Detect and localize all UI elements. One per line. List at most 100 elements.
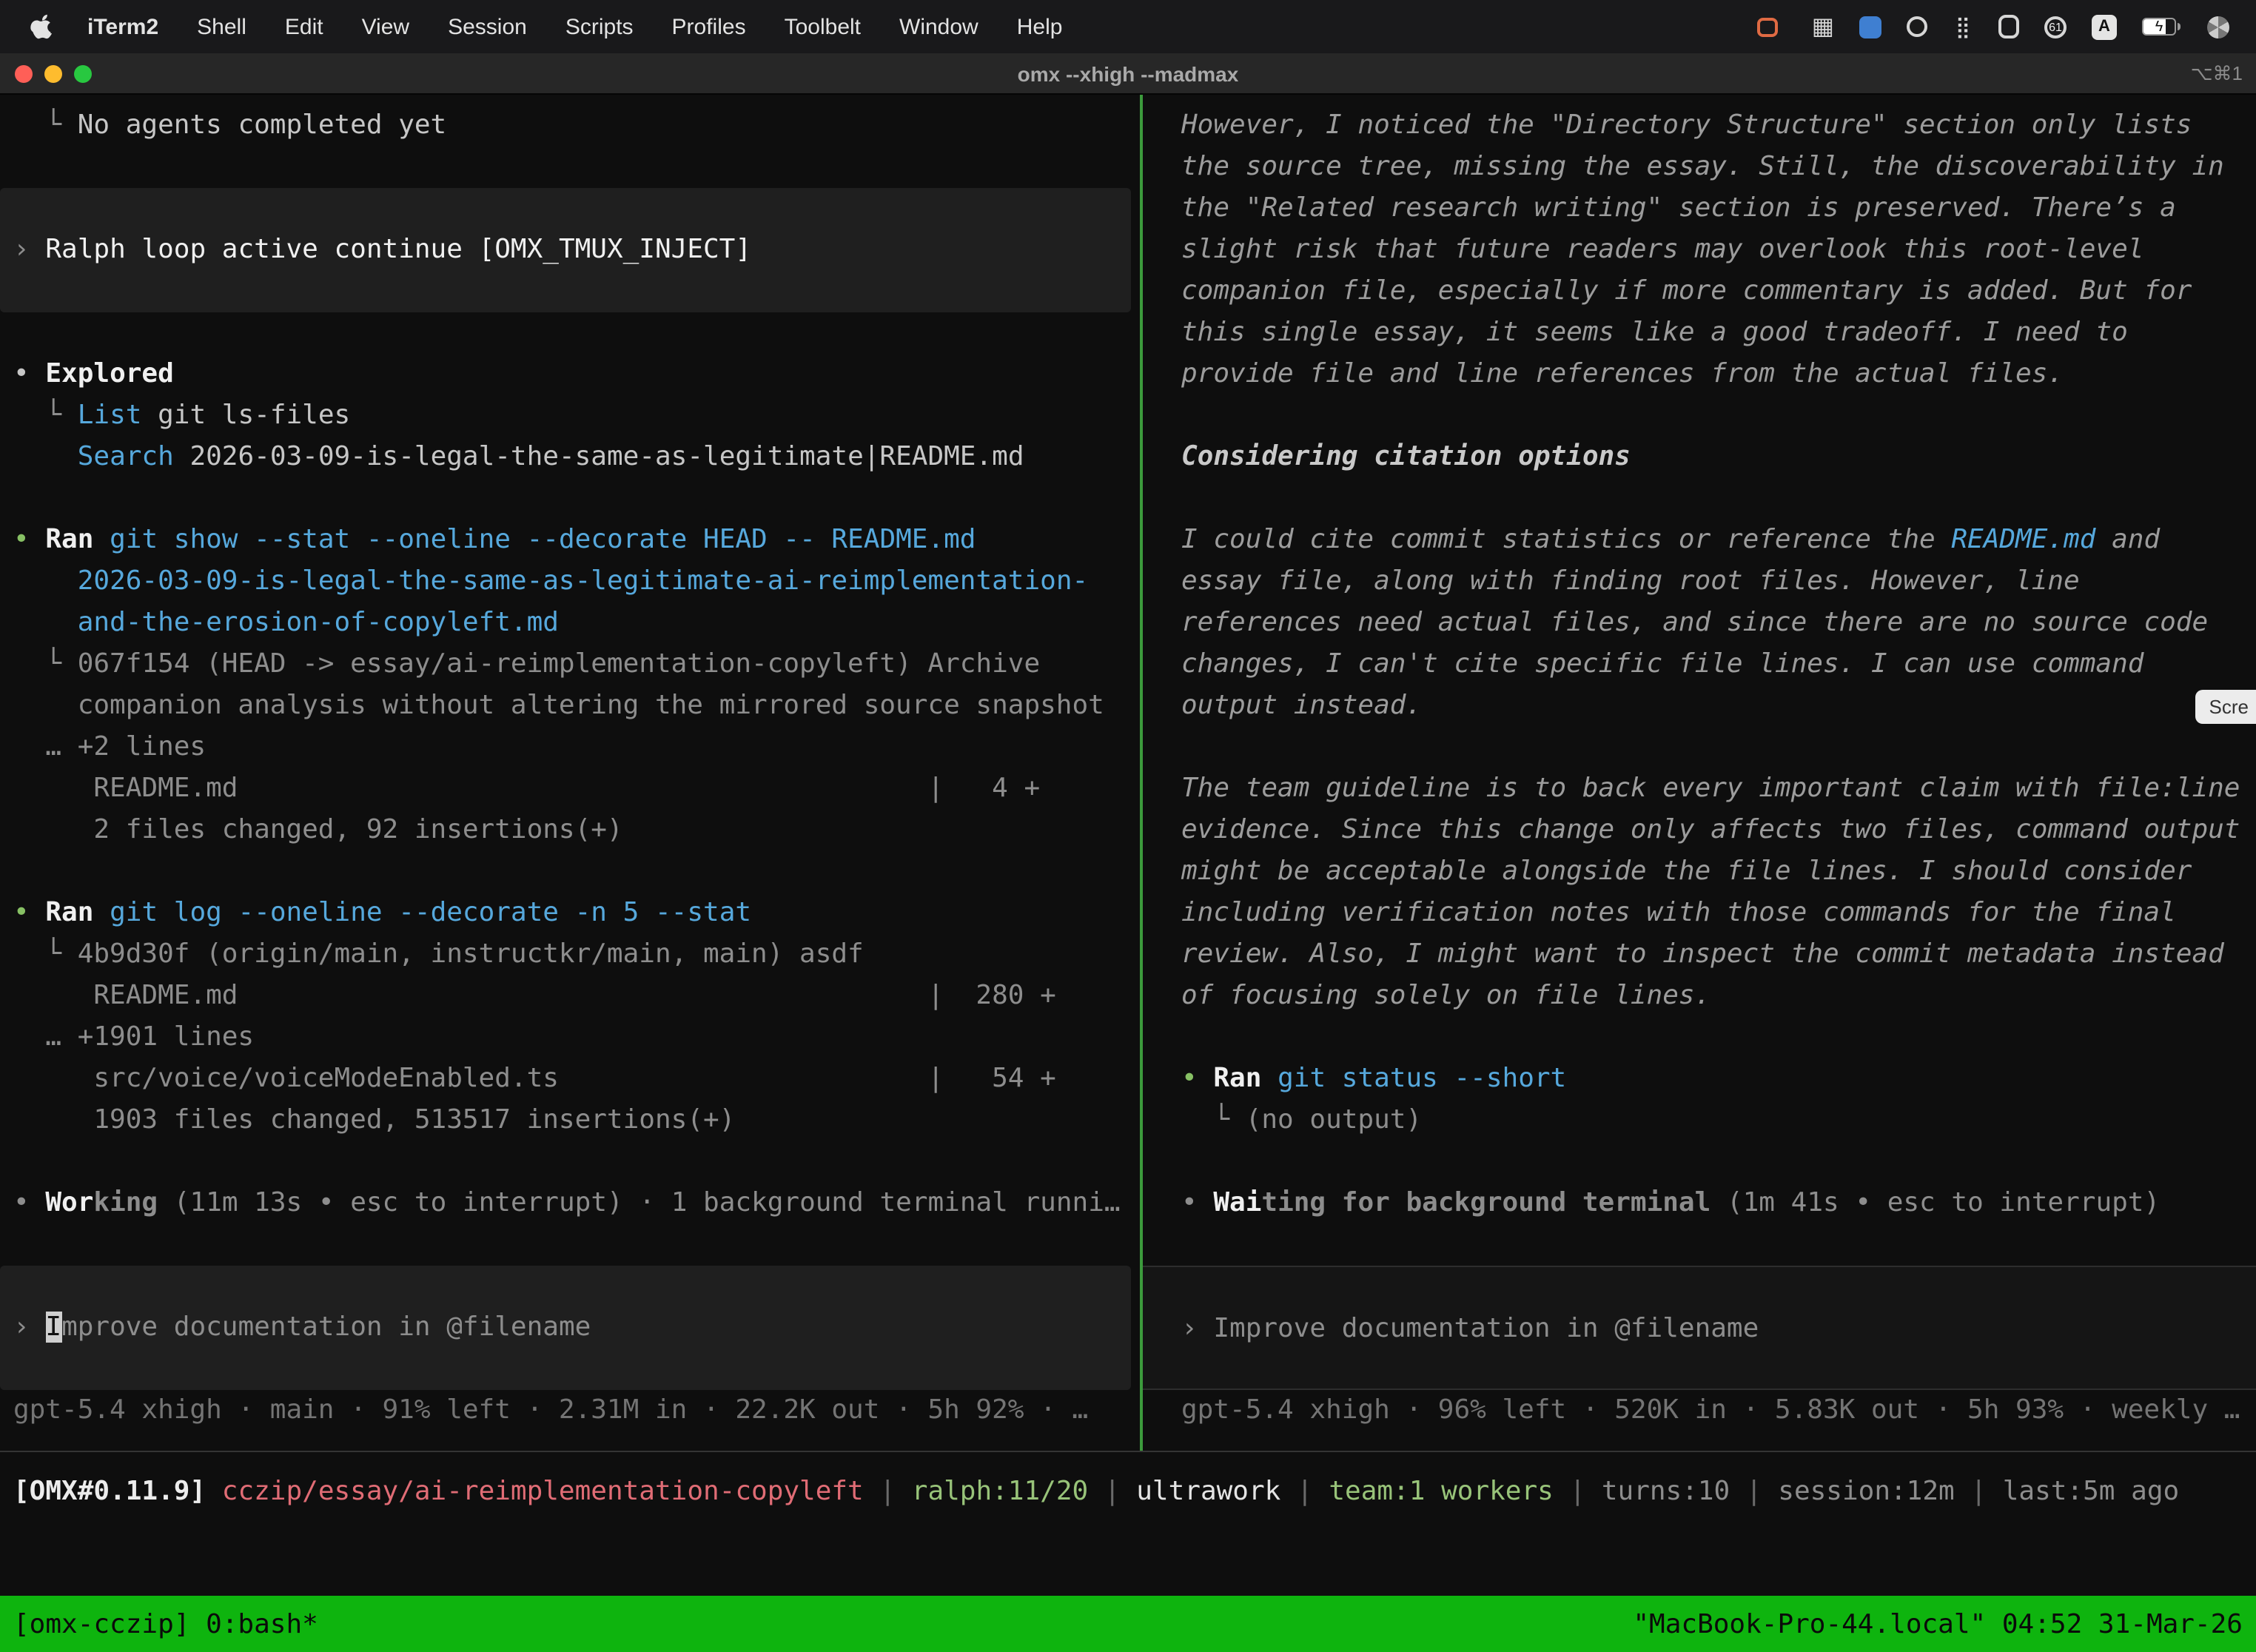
terminal-line: changes, I can't cite specific file line…	[1143, 644, 2256, 685]
terminal-line: • Waiting for background terminal (1m 41…	[1143, 1183, 2256, 1224]
terminal-line	[0, 1349, 1131, 1390]
key-icon[interactable]	[1998, 15, 2019, 38]
terminal-line: README.md | 4 +	[0, 768, 1140, 810]
terminal-line	[0, 478, 1140, 520]
terminal-line: • Working (11m 13s • esc to interrupt) ·…	[0, 1183, 1140, 1224]
menu-item-help[interactable]: Help	[998, 14, 1082, 39]
agents-status: └ No agents completed yet	[0, 105, 1140, 188]
tmux-session-window: [omx-cczip] 0:bash*	[13, 1608, 318, 1639]
right-pane[interactable]: However, I noticed the "Directory Struct…	[1143, 95, 2256, 1451]
terminal-line: › Improve documentation in @filename	[0, 1307, 1131, 1349]
terminal-line: companion file, especially if more comme…	[1143, 271, 2256, 312]
terminal-line: the source tree, missing the essay. Stil…	[1143, 147, 2256, 188]
terminal-line	[1143, 727, 2256, 768]
circle-app-icon[interactable]	[1907, 16, 1927, 37]
terminal-line	[1143, 1017, 2256, 1058]
left-pane[interactable]: └ No agents completed yet › Ralph loop ac…	[0, 95, 1140, 1451]
terminal-line: README.md | 280 +	[0, 976, 1140, 1017]
terminal-line	[0, 188, 1131, 229]
terminal-line	[1143, 395, 2256, 437]
terminal-line: The team guideline is to back every impo…	[1143, 768, 2256, 810]
title-bar: omx --xhigh --madmax ⌥⌘1	[0, 53, 2256, 95]
session-stats-right: gpt-5.4 xhigh · 96% left · 520K in · 5.8…	[1143, 1390, 2256, 1431]
screen-edge-tooltip[interactable]: Scre	[2196, 690, 2256, 724]
terminal-line	[1143, 1224, 2256, 1266]
terminal-line: 2 files changed, 92 insertions(+)	[0, 810, 1140, 851]
terminal-line: • Ran git log --oneline --decorate -n 5 …	[0, 893, 1140, 934]
tmux-status-bar: [omx-cczip] 0:bash* "MacBook-Pro-44.loca…	[0, 1596, 2256, 1652]
ralph-loop-banner: › Ralph loop active continue [OMX_TMUX_I…	[0, 188, 1131, 312]
dots-grid-icon[interactable]: ⣿	[1953, 13, 1973, 40]
terminal-line: references need actual files, and since …	[1143, 602, 2256, 644]
terminal-line: 1903 files changed, 513517 insertions(+)	[0, 1100, 1140, 1141]
terminal-line: └ 067f154 (HEAD -> essay/ai-reimplementa…	[0, 644, 1140, 685]
terminal-line: output instead.	[1143, 685, 2256, 727]
menu-item-edit[interactable]: Edit	[266, 14, 343, 39]
terminal-line: src/voice/voiceModeEnabled.ts | 54 +	[0, 1058, 1140, 1100]
menu-item-session[interactable]: Session	[429, 14, 546, 39]
terminal-line: └ (no output)	[1143, 1100, 2256, 1141]
terminal-line: slight risk that future readers may over…	[1143, 229, 2256, 271]
menu-item-iterm2[interactable]: iTerm2	[68, 14, 178, 39]
agent-transcript-right: However, I noticed the "Directory Struct…	[1143, 105, 2256, 1266]
terminal-line: essay file, along with finding root file…	[1143, 561, 2256, 602]
terminal-content: └ No agents completed yet › Ralph loop ac…	[0, 95, 2256, 1451]
terminal-line: Considering citation options	[1143, 437, 2256, 478]
screen-recording-icon[interactable]	[1757, 17, 1778, 36]
terminal-line: • Ran git status --short	[1143, 1058, 2256, 1100]
menu-item-shell[interactable]: Shell	[178, 14, 266, 39]
terminal-line: └ List git ls-files	[0, 395, 1140, 437]
session-stats-left: gpt-5.4 xhigh · main · 91% left · 2.31M …	[0, 1390, 1140, 1431]
terminal-line: gpt-5.4 xhigh · main · 91% left · 2.31M …	[0, 1390, 1140, 1431]
tmux-host-time: "MacBook-Pro-44.local" 04:52 31-Mar-26	[1633, 1608, 2243, 1639]
terminal-line: • Explored	[0, 354, 1140, 395]
input-source-icon[interactable]: A	[2092, 14, 2117, 39]
terminal-line	[1143, 1350, 2256, 1390]
traffic-lights	[15, 64, 92, 82]
menu-item-profiles[interactable]: Profiles	[653, 14, 765, 39]
close-button[interactable]	[15, 64, 33, 82]
terminal-line	[1143, 478, 2256, 520]
menu-item-scripts[interactable]: Scripts	[546, 14, 653, 39]
terminal-line: gpt-5.4 xhigh · 96% left · 520K in · 5.8…	[1143, 1390, 2256, 1431]
terminal-line: companion analysis without altering the …	[0, 685, 1140, 727]
blue-app-icon[interactable]	[1859, 16, 1881, 38]
terminal-line	[1143, 1141, 2256, 1183]
omx-status-area: [OMX#0.11.9] cczip/essay/ai-reimplementa…	[0, 1451, 2256, 1596]
terminal-line: of focusing solely on file lines.	[1143, 976, 2256, 1017]
terminal-line	[0, 1224, 1140, 1266]
terminal-line: review. Also, I might want to inspect th…	[1143, 934, 2256, 976]
fan-icon[interactable]	[2207, 16, 2229, 38]
terminal-line	[0, 851, 1140, 893]
battery-charging-icon[interactable]: ϟ	[2142, 18, 2176, 36]
menu-item-view[interactable]: View	[343, 14, 429, 39]
terminal-line: However, I noticed the "Directory Struct…	[1143, 105, 2256, 147]
screen: iTerm2ShellEditViewSessionScriptsProfile…	[0, 0, 2256, 1652]
menu-item-toolbelt[interactable]: Toolbelt	[765, 14, 880, 39]
terminal-line	[0, 147, 1140, 188]
terminal-line: … +2 lines	[0, 727, 1140, 768]
minimize-button[interactable]	[44, 64, 62, 82]
prompt-input-right[interactable]: › Improve documentation in @filename	[1143, 1266, 2256, 1390]
terminal-line: I could cite commit statistics or refere…	[1143, 520, 2256, 561]
terminal-line	[0, 1266, 1131, 1307]
terminal-line	[0, 271, 1131, 312]
terminal-line: └ 4b9d30f (origin/main, instructkr/main,…	[0, 934, 1140, 976]
terminal-line: • Ran git show --stat --oneline --decora…	[0, 520, 1140, 561]
terminal-line: and-the-erosion-of-copyleft.md	[0, 602, 1140, 644]
terminal-line: the "Related research writing" section i…	[1143, 188, 2256, 229]
window-title: omx --xhigh --madmax	[0, 61, 2256, 85]
terminal-line: might be acceptable alongside the file l…	[1143, 851, 2256, 893]
apple-menu-icon[interactable]	[30, 13, 55, 40]
zoom-button[interactable]	[74, 64, 92, 82]
terminal-line: provide file and line references from th…	[1143, 354, 2256, 395]
terminal-line: └ No agents completed yet	[0, 105, 1140, 147]
menu-item-window[interactable]: Window	[880, 14, 998, 39]
prompt-input-left[interactable]: › Improve documentation in @filename	[0, 1266, 1131, 1390]
window-shortcut: ⌥⌘1	[2191, 61, 2256, 85]
grid-icon[interactable]: ▦	[1812, 13, 1834, 40]
terminal-line: evidence. Since this change only affects…	[1143, 810, 2256, 851]
menu-bar: iTerm2ShellEditViewSessionScriptsProfile…	[0, 0, 2256, 53]
agent-transcript-left: • Explored └ List git ls-files Search 20…	[0, 312, 1140, 1266]
battery-gauge-icon[interactable]: 61	[2044, 16, 2067, 38]
